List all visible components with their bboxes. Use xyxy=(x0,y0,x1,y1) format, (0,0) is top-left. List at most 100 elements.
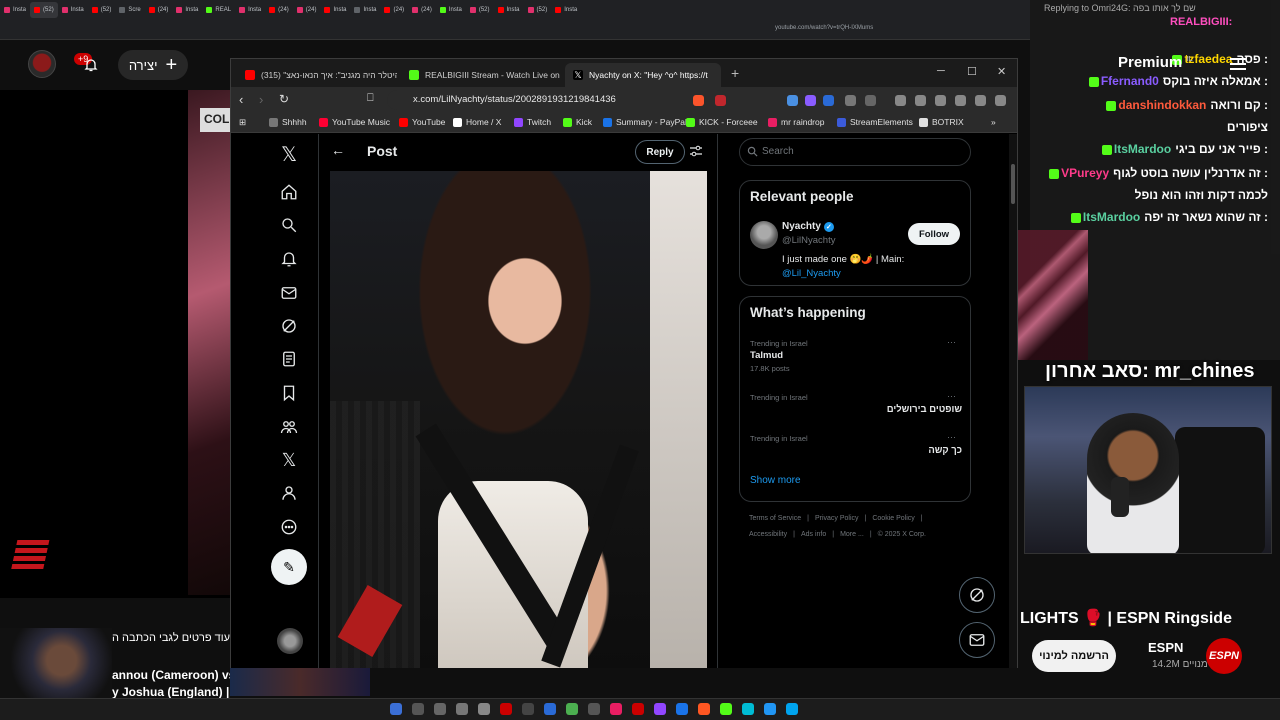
channel-name[interactable]: ESPN xyxy=(1148,640,1183,655)
taskbar-app-icon[interactable] xyxy=(522,703,534,715)
outer-tab[interactable]: Insta xyxy=(494,2,524,18)
outer-tab[interactable]: REAL xyxy=(202,2,235,18)
close-window-button[interactable]: ✕ xyxy=(997,65,1006,78)
bell-icon[interactable] xyxy=(83,57,99,73)
chat-username[interactable]: Ffernand0 xyxy=(1101,74,1159,88)
bookmark-item[interactable]: Shhhh xyxy=(269,117,307,127)
video-title-line1[interactable]: annou (Cameroon) vs xyxy=(112,668,235,682)
bookmark-item[interactable]: Twitch xyxy=(514,117,551,127)
search-icon[interactable] xyxy=(277,213,301,237)
bookmark-item[interactable]: BOTRIX xyxy=(919,117,964,127)
messages-button[interactable] xyxy=(959,622,995,658)
footer-link[interactable]: More ... xyxy=(840,531,864,538)
outer-tab[interactable]: Insta xyxy=(172,2,202,18)
new-tab-button[interactable]: + xyxy=(731,65,739,81)
tab-youtube[interactable]: (315) "היטלר היה מגניב": איך הנאו-נאצ xyxy=(237,63,397,87)
extension-icon[interactable] xyxy=(823,95,834,106)
extension-icon[interactable] xyxy=(805,95,816,106)
more-options-icon[interactable]: ··· xyxy=(947,391,956,401)
more-icon[interactable] xyxy=(277,515,301,539)
sidebar-icon[interactable] xyxy=(915,95,926,106)
youtube-premium-logo[interactable]: Premium IL xyxy=(1118,54,1193,71)
leo-icon[interactable] xyxy=(955,95,966,106)
outer-tab[interactable]: Insta xyxy=(350,2,380,18)
bookmark-item[interactable]: mr raindrop xyxy=(768,117,824,127)
outer-tab[interactable]: (24) xyxy=(145,2,173,18)
back-icon[interactable]: ‹ xyxy=(239,92,243,107)
bookmark-icon[interactable]: ⎕ xyxy=(367,92,374,105)
vpn-icon[interactable] xyxy=(975,95,986,106)
footer-link[interactable]: Accessibility xyxy=(749,531,787,538)
sliders-icon[interactable] xyxy=(689,144,703,158)
outer-tab[interactable]: (52) xyxy=(88,2,116,18)
footer-link[interactable]: Privacy Policy xyxy=(815,515,859,522)
extension-icon[interactable] xyxy=(787,95,798,106)
wallet-icon[interactable] xyxy=(865,95,876,106)
footer-link[interactable]: Ads info xyxy=(801,531,826,538)
taskbar-app-icon[interactable] xyxy=(632,703,644,715)
taskbar-app-icon[interactable] xyxy=(478,703,490,715)
channel-avatar[interactable]: ESPN xyxy=(1206,638,1242,674)
outer-tab[interactable]: (24) xyxy=(265,2,293,18)
taskbar-app-icon[interactable] xyxy=(566,703,578,715)
outer-tab[interactable]: Insta xyxy=(235,2,265,18)
person-name-row[interactable]: Nyachty ✓ xyxy=(782,221,834,232)
compose-post-button[interactable]: ✎ xyxy=(271,549,307,585)
communities-icon[interactable] xyxy=(277,415,301,439)
trend-item[interactable]: Trending in Israel שופטים בירושלים ··· xyxy=(750,391,962,415)
outer-tab[interactable]: Insta xyxy=(0,2,30,18)
lists-icon[interactable] xyxy=(277,347,301,371)
tab-x-post[interactable]: 𝕏 Nyachty on X: "Hey ^o^ https://t ✕ xyxy=(565,63,721,87)
outer-tab[interactable]: (52) xyxy=(524,2,552,18)
footer-link[interactable]: Cookie Policy xyxy=(872,515,914,522)
taskbar-app-icon[interactable] xyxy=(676,703,688,715)
subscribe-button[interactable]: הרשמה למינוי xyxy=(1032,640,1116,672)
outer-tab[interactable]: Insta xyxy=(58,2,88,18)
avatar[interactable] xyxy=(750,221,778,249)
forward-icon[interactable]: › xyxy=(259,92,263,107)
outer-tab[interactable]: Insta xyxy=(436,2,466,18)
taskbar-app-icon[interactable] xyxy=(720,703,732,715)
outer-tab[interactable]: (52) xyxy=(30,2,58,18)
taskbar-app-icon[interactable] xyxy=(742,703,754,715)
video-thumbnail[interactable] xyxy=(0,628,112,700)
bookmark-item[interactable]: Home / X xyxy=(453,117,501,127)
menu-icon[interactable] xyxy=(995,95,1006,106)
outer-tab[interactable]: Scre xyxy=(115,2,144,18)
bookmark-item[interactable]: YouTube Music xyxy=(319,117,390,127)
outer-tab[interactable]: (24) xyxy=(380,2,408,18)
trend-item[interactable]: Trending in Israel Talmud 17.8K posts ··… xyxy=(750,337,962,373)
search-input[interactable]: Search xyxy=(739,138,971,166)
create-button[interactable]: יצירה + xyxy=(118,50,188,80)
avatar[interactable] xyxy=(28,50,56,78)
taskbar-app-icon[interactable] xyxy=(500,703,512,715)
back-arrow-icon[interactable]: ← xyxy=(331,142,345,158)
outer-tab[interactable]: Insta xyxy=(551,2,581,18)
post-image[interactable] xyxy=(330,171,707,668)
footer-link[interactable]: Terms of Service xyxy=(749,515,801,522)
profile-icon[interactable] xyxy=(277,481,301,505)
bookmark-icon[interactable] xyxy=(277,381,301,405)
maximize-button[interactable]: ☐ xyxy=(967,65,977,78)
bookmark-item[interactable]: YouTube xyxy=(399,117,445,127)
brave-shield-icon[interactable] xyxy=(693,95,704,106)
grok-button[interactable] xyxy=(959,577,995,613)
chat-username[interactable]: danshindokkan xyxy=(1118,98,1206,112)
more-options-icon[interactable]: ··· xyxy=(947,432,956,442)
brave-rewards-icon[interactable] xyxy=(715,95,726,106)
minimize-button[interactable]: ─ xyxy=(937,65,945,77)
scrollbar[interactable] xyxy=(1009,134,1017,668)
more-bookmarks-icon[interactable]: » xyxy=(991,117,996,127)
reply-button[interactable]: Reply xyxy=(635,140,685,164)
bookmark-item[interactable]: Kick xyxy=(563,117,592,127)
grok-icon[interactable] xyxy=(277,314,301,338)
show-more-link[interactable]: Show more xyxy=(750,475,801,486)
bookmark-item[interactable]: StreamElements xyxy=(837,117,913,127)
bell-icon[interactable] xyxy=(277,247,301,271)
taskbar-app-icon[interactable] xyxy=(786,703,798,715)
chat-username[interactable]: ItsMardoo xyxy=(1114,142,1171,156)
outer-address-bar[interactable]: youtube.com/watch?v=trQH-IXMums xyxy=(0,20,1030,40)
taskbar-app-icon[interactable] xyxy=(390,703,402,715)
extensions-puzzle-icon[interactable] xyxy=(845,95,856,106)
wallet-icon[interactable] xyxy=(935,95,946,106)
